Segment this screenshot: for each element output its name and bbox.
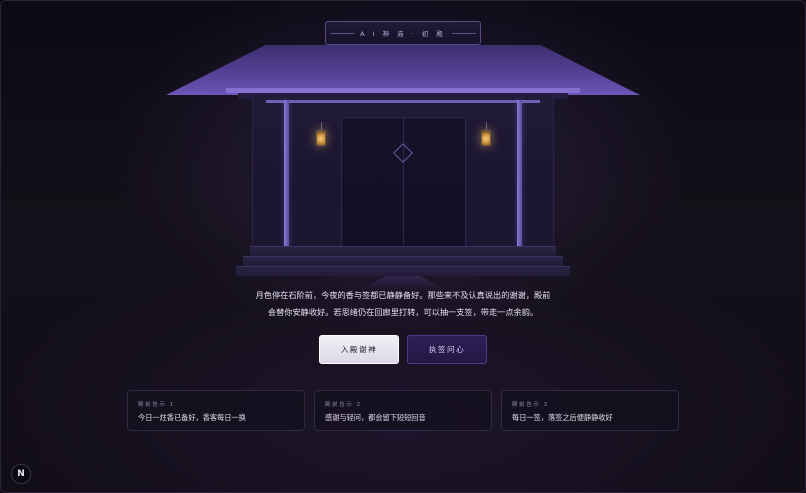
hint-card-label: 殿前告示 3 [512,402,549,408]
door-seam [403,117,404,247]
hint-card: 殿前告示 2 感谢与轻问，都会留下短短回音 [314,390,492,431]
hint-card-text: 今日一炷香已备好，香客每日一换 [138,413,246,422]
temple-pillar-left [284,100,289,247]
lantern-cord [486,122,487,130]
temple-lintel [266,100,540,103]
hint-card: 殿前告示 1 今日一炷香已备好，香客每日一换 [127,390,305,431]
enter-temple-button[interactable]: 入殿谢神 [319,335,399,364]
temple-step [236,266,570,276]
plaque-text: A I 神 庙 · 初 殿 [360,30,446,38]
temple-step [250,246,556,256]
lantern-icon [481,130,491,146]
temple-plaque: A I 神 庙 · 初 殿 [325,21,481,45]
lantern-icon [316,130,326,146]
app-logo-icon[interactable]: N [11,464,31,484]
lantern-cord [321,122,322,130]
narration-text: 月色停在石阶前，今夜的香与签都已静静备好。那些来不及认真说出的谢谢，殿前 会替你… [220,287,586,321]
hint-card: 殿前告示 3 每日一签，落签之后便静静收好 [501,390,679,431]
hint-card-text: 感谢与轻问，都会留下短短回音 [325,413,426,422]
plaque-divider [330,32,355,34]
plaque-divider [451,32,476,34]
narration-line: 会替你安静收好。若思绪仍在回廊里打转，可以抽一支签，带走一点余韵。 [267,307,539,317]
hint-card-text: 每日一签，落签之后便静静收好 [512,413,613,422]
hint-card-label: 殿前告示 2 [325,402,362,408]
hint-card-label: 殿前告示 1 [138,402,175,408]
draw-lot-button[interactable]: 执签问心 [407,335,487,364]
temple-illustration: A I 神 庙 · 初 殿 [0,0,806,290]
temple-step [243,256,563,266]
narration-line: 月色停在石阶前，今夜的香与签都已静静备好。那些来不及认真说出的谢谢，殿前 [255,290,551,300]
temple-pillar-right [517,100,522,247]
